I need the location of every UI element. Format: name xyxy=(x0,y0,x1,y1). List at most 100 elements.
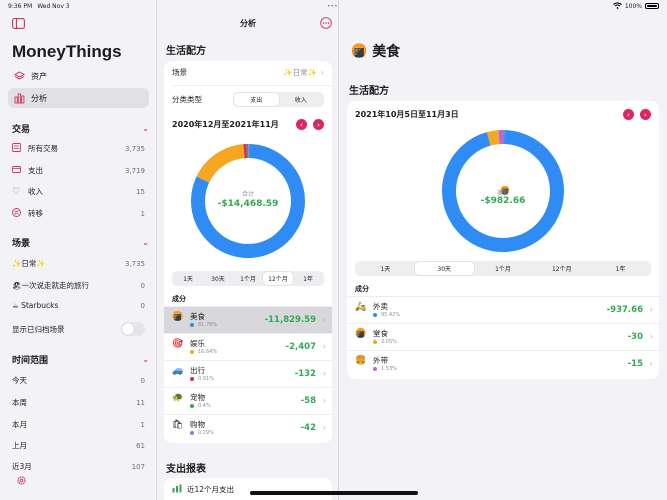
scene-row[interactable]: 场景 ✨日常✨ › xyxy=(172,67,324,78)
settings-gear-icon[interactable] xyxy=(14,474,28,486)
sidebar-item-today[interactable]: 今天 0 xyxy=(12,375,145,386)
rice-cracker-icon: 🍘 xyxy=(351,43,368,59)
prev-period-button[interactable]: ‹ xyxy=(296,119,307,130)
component-name: 外卖 xyxy=(373,302,388,311)
detail-range-segmented: 1天 30天 1个月 12个月 1年 xyxy=(355,261,651,276)
item-count: 1 xyxy=(140,209,145,218)
sidebar: MoneyThings 资产 分析 交易 ⌄ 所有交易 3,735 支出 3,7… xyxy=(0,0,157,500)
section-title: 时间范围 xyxy=(12,356,49,366)
more-options-icon[interactable] xyxy=(319,17,333,29)
report-chart-icon xyxy=(172,484,182,495)
item-count: 107 xyxy=(131,462,145,471)
detail-components-title: 成分 xyxy=(355,285,369,293)
sidebar-item-assets[interactable]: 资产 xyxy=(8,66,149,86)
range-option-1d[interactable]: 1天 xyxy=(356,262,415,275)
chevron-right-icon: › xyxy=(322,396,326,405)
series-dot xyxy=(373,367,377,371)
period-label: 2020年12月至2021年11月 xyxy=(172,120,279,129)
prev-period-button[interactable]: ‹ xyxy=(623,109,634,120)
status-time: 9:36 PM xyxy=(8,2,33,10)
detail-component-row[interactable]: 🛵 外卖 95.42% -937.66 › xyxy=(347,296,659,323)
component-percent: 1.53% xyxy=(381,366,397,372)
sidebar-item-scene-starbucks[interactable]: ☕ Starbucks 0 xyxy=(12,301,145,310)
scene-value: ✨日常✨ xyxy=(283,68,317,77)
chevron-right-icon: › xyxy=(322,342,326,351)
sidebar-item-income[interactable]: ♡ 收入 15 xyxy=(12,186,145,197)
range-option-30d[interactable]: 30天 xyxy=(203,272,233,285)
sidebar-item-transfer[interactable]: 转移 1 xyxy=(12,208,145,219)
components-title: 成分 xyxy=(172,295,186,303)
component-name: 出行 xyxy=(190,366,205,375)
category-icon: 🚙 xyxy=(172,366,184,376)
item-label: 本周 xyxy=(12,398,27,407)
range-option-1y[interactable]: 1年 xyxy=(293,272,323,285)
sidebar-item-scene-daily[interactable]: ✨日常✨ 3,735 xyxy=(12,258,145,269)
component-row[interactable]: 🛍 购物 0.29% -42 › xyxy=(164,414,332,441)
analysis-header: 分析 xyxy=(157,12,339,34)
sidebar-item-all-transactions[interactable]: 所有交易 3,735 xyxy=(12,143,145,154)
next-period-button[interactable]: › xyxy=(313,119,324,130)
component-name: 美食 xyxy=(190,312,205,321)
chevron-down-icon: ⌄ xyxy=(142,124,149,133)
section-title: 场景 xyxy=(12,239,31,249)
range-option-12m[interactable]: 12个月 xyxy=(532,262,591,275)
chevron-right-icon: › xyxy=(321,68,324,77)
item-count: 3,719 xyxy=(124,166,145,175)
item-label: 今天 xyxy=(12,376,27,385)
range-option-1m[interactable]: 1个月 xyxy=(233,272,263,285)
sidebar-item-label: 分析 xyxy=(31,93,47,103)
sidebar-item-this-month[interactable]: 本月 1 xyxy=(12,419,145,430)
item-count: 0 xyxy=(140,301,145,310)
component-percent: 16.64% xyxy=(198,349,218,355)
range-option-1m[interactable]: 1个月 xyxy=(474,262,533,275)
range-option-1y[interactable]: 1年 xyxy=(591,262,650,275)
component-row[interactable]: 🚙 出行 0.91% -132 › xyxy=(164,360,332,387)
show-archived-toggle[interactable] xyxy=(121,322,145,336)
donut-slice-1 xyxy=(196,144,245,183)
class-type-segmented: 支出 收入 xyxy=(233,92,324,107)
class-option-expense[interactable]: 支出 xyxy=(234,93,279,106)
sidebar-item-last-month[interactable]: 上月 61 xyxy=(12,440,145,451)
section-scenes-header[interactable]: 场景 ⌄ xyxy=(12,236,149,249)
card-icon xyxy=(12,165,24,176)
sidebar-toggle-icon[interactable] xyxy=(11,17,25,29)
sidebar-item-label: 资产 xyxy=(31,71,47,81)
next-period-button[interactable]: › xyxy=(640,109,651,120)
sidebar-item-scene-trip[interactable]: 🏖一次说走就走的旅行 0 xyxy=(12,280,145,291)
component-amount: -937.66 xyxy=(606,305,643,315)
series-dot xyxy=(190,350,194,354)
sidebar-item-analysis[interactable]: 分析 xyxy=(8,88,149,108)
range-option-12m[interactable]: 12个月 xyxy=(263,272,293,285)
transfer-icon xyxy=(12,208,24,219)
component-name: 堂食 xyxy=(373,329,388,338)
sidebar-item-this-week[interactable]: 本周 11 xyxy=(12,397,145,408)
chevron-down-icon: ⌄ xyxy=(142,355,149,364)
class-option-income[interactable]: 收入 xyxy=(279,93,324,106)
component-row[interactable]: 🎯 娱乐 16.64% -2,407 › xyxy=(164,333,332,360)
detail-period-label: 2021年10月5日至11月3日 xyxy=(355,110,459,119)
detail-title-row: 🍘 美食 xyxy=(351,41,400,61)
component-row[interactable]: 🐢 宠物 0.4% -58 › xyxy=(164,387,332,414)
component-row[interactable]: 🍘 美食 81.76% -11,829.59 › xyxy=(164,306,332,333)
detail-component-row[interactable]: 🍘 堂食 3.05% -30 › xyxy=(347,323,659,350)
sidebar-item-last-3-months[interactable]: 近3月 107 xyxy=(12,461,145,472)
range-option-30d[interactable]: 30天 xyxy=(414,262,474,275)
item-count: 61 xyxy=(136,441,145,450)
range-option-1d[interactable]: 1天 xyxy=(173,272,203,285)
report-card[interactable]: 近12个月支出 xyxy=(164,478,332,500)
donut-center-label: 合计 xyxy=(241,191,254,198)
category-icon: 🍘 xyxy=(172,312,184,322)
status-right: 100% xyxy=(613,2,659,11)
chevron-right-icon: › xyxy=(649,359,653,368)
series-dot xyxy=(190,323,194,327)
item-count: 3,735 xyxy=(124,144,145,153)
item-count: 11 xyxy=(136,398,145,407)
series-dot xyxy=(190,404,194,408)
section-transactions-header[interactable]: 交易 ⌄ xyxy=(12,122,149,135)
sidebar-item-expense[interactable]: 支出 3,719 xyxy=(12,165,145,176)
detail-component-row[interactable]: 🍔 外带 1.53% -15 › xyxy=(347,350,659,377)
analysis-column: ••• 分析 生活配方 场景 ✨日常✨ › 分类类型 支出 收入 2020年12… xyxy=(157,0,339,500)
component-percent: 0.91% xyxy=(198,376,214,382)
section-time-range-header[interactable]: 时间范围 ⌄ xyxy=(12,353,149,366)
component-name: 娱乐 xyxy=(190,339,205,348)
